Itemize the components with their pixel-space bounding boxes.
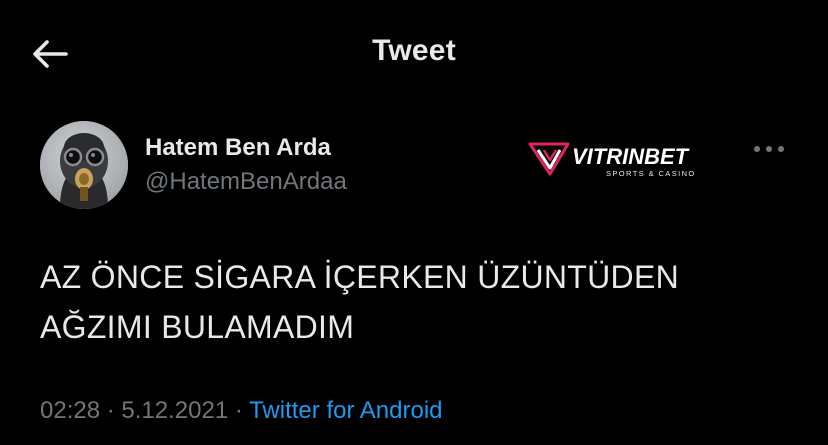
vitrinbet-logo: VITRINBET SPORTS & CASINO <box>528 140 708 180</box>
gas-mask-avatar-icon <box>40 121 128 209</box>
tweet-source-link[interactable]: Twitter for Android <box>249 397 442 424</box>
tweet-metadata: 02:28 · 5.12.2021 · Twitter for Android <box>40 397 443 425</box>
tweet-date[interactable]: 5.12.2021 <box>121 397 228 424</box>
author-handle[interactable]: @HatemBenArdaa <box>145 168 347 196</box>
tweet-text: AZ ÖNCE SİGARA İÇERKEN ÜZÜNTÜDEN AĞZIMI … <box>40 252 800 352</box>
more-options-button[interactable] <box>750 140 788 158</box>
logo-wordmark: VITRINBET <box>572 144 690 169</box>
avatar[interactable] <box>40 121 128 209</box>
top-bar: Tweet <box>0 0 828 104</box>
tweet-time[interactable]: 02:28 <box>40 397 100 424</box>
tweet-text-line: AĞZIMI BULAMADIM <box>40 309 355 345</box>
separator-dot: · <box>234 397 243 424</box>
separator-dot: · <box>106 397 115 424</box>
logo-tagline: SPORTS & CASINO <box>606 169 696 178</box>
tweet-text-line: AZ ÖNCE SİGARA İÇERKEN ÜZÜNTÜDEN <box>40 259 680 295</box>
more-dots-icon <box>754 146 784 152</box>
page-title: Tweet <box>372 34 456 67</box>
author-name[interactable]: Hatem Ben Arda <box>145 134 331 162</box>
